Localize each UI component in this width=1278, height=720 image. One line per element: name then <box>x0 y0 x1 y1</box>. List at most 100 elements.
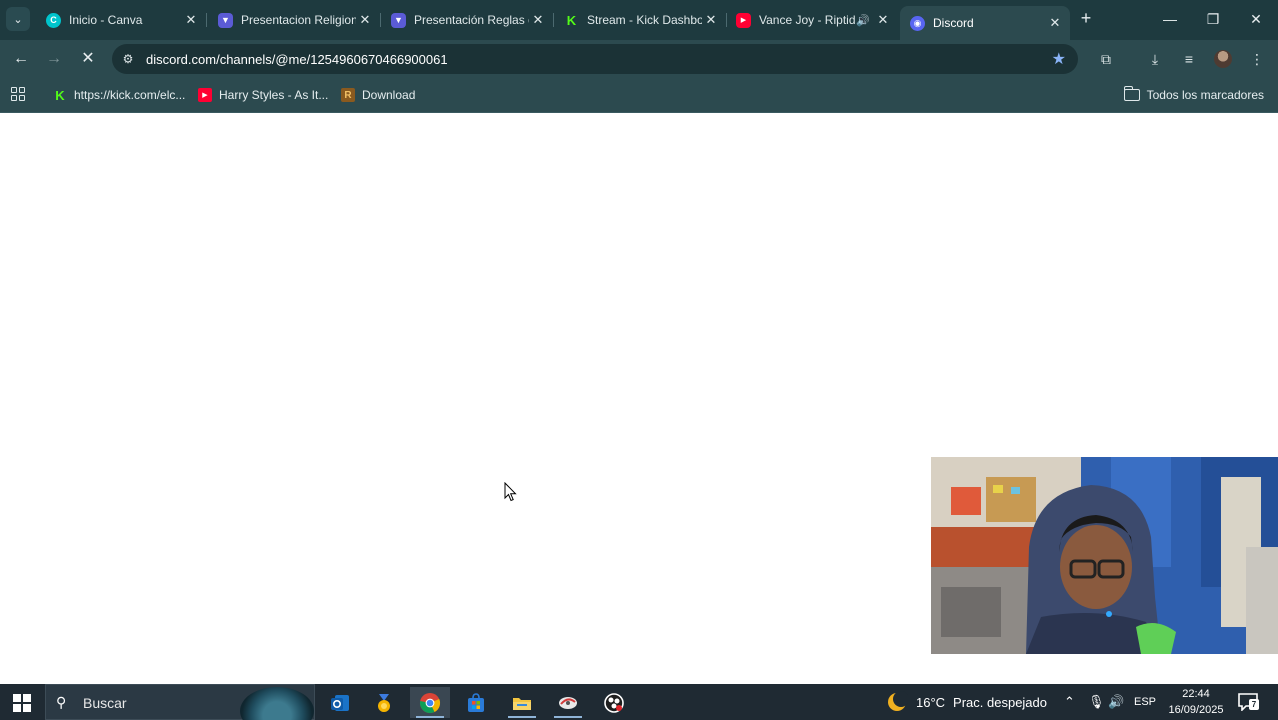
bookmark-kick[interactable]: K https://kick.com/elc... <box>53 86 185 104</box>
taskbar-obs[interactable] <box>594 687 634 718</box>
minimize-icon: — <box>1163 11 1177 27</box>
url-text[interactable]: discord.com/channels/@me/125496067046690… <box>146 52 448 67</box>
kick-icon: K <box>564 12 579 28</box>
site-settings-icon[interactable]: ⚙ <box>120 51 136 67</box>
taskbar-clock[interactable]: 22:44 16/09/2025 <box>1164 686 1228 718</box>
bookmark-label: https://kick.com/elc... <box>74 88 186 102</box>
canva-icon: C <box>46 12 61 28</box>
weather-description: Prac. despejado <box>953 694 1047 710</box>
weather-temperature: 16°C <box>916 694 946 710</box>
tab-search-button[interactable]: ⌄ <box>6 7 30 31</box>
taskbar-chrome[interactable] <box>410 687 450 718</box>
streaming-app-icon <box>559 696 577 709</box>
tab-presentacion-reglas[interactable]: ▼ Presentación Reglas d ✕ <box>381 6 554 34</box>
media-control-icon[interactable]: ≡ <box>1178 49 1200 69</box>
address-bar[interactable]: ⚙ discord.com/channels/@me/1254960670466… <box>112 44 1078 74</box>
taskbar-medal-app[interactable] <box>364 687 404 718</box>
bookmark-harry-styles[interactable]: ▶ Harry Styles - As It... <box>198 86 328 104</box>
close-window-button[interactable]: ✕ <box>1244 8 1268 30</box>
outlook-icon <box>331 694 349 711</box>
plus-icon: + <box>1080 8 1092 28</box>
menu-kebab-icon[interactable]: ⋮ <box>1246 49 1268 69</box>
back-button[interactable]: ← <box>9 48 33 70</box>
tab-title: Vance Joy - Riptid <box>759 13 856 27</box>
mouse-cursor-icon <box>504 482 517 502</box>
download-site-icon: R <box>341 88 355 102</box>
taskbar-streaming-app[interactable] <box>548 687 588 718</box>
close-icon[interactable]: ✕ <box>356 12 374 28</box>
close-icon[interactable]: ✕ <box>702 12 720 28</box>
forward-button[interactable]: → <box>42 48 66 70</box>
minimize-button[interactable]: — <box>1158 8 1182 30</box>
bookmark-download[interactable]: R Download <box>341 86 415 104</box>
extensions-icon[interactable]: ⧉ <box>1095 49 1117 69</box>
youtube-icon: ▶ <box>736 12 751 28</box>
tray-volume[interactable]: 🔊 <box>1108 684 1124 720</box>
tab-title: Presentación Reglas d <box>414 13 529 27</box>
taskbar-outlook[interactable] <box>320 687 360 718</box>
webcam-overlay <box>931 457 1278 654</box>
youtube-icon: ▶ <box>198 88 212 102</box>
taskbar-file-explorer[interactable] <box>502 687 542 718</box>
all-bookmarks-button[interactable]: Todos los marcadores <box>1123 86 1264 104</box>
tab-kick-dashboard[interactable]: K Stream - Kick Dashbo ✕ <box>554 6 727 34</box>
download-icon[interactable]: ⤓ <box>1144 49 1166 69</box>
profile-avatar[interactable] <box>1214 50 1232 68</box>
obs-icon <box>604 692 624 713</box>
tab-canva[interactable]: C Inicio - Canva ✕ <box>36 6 207 34</box>
restore-icon: ❐ <box>1206 11 1220 27</box>
close-icon[interactable]: ✕ <box>529 12 547 28</box>
clock-time: 22:44 <box>1182 688 1210 700</box>
tab-vance-joy[interactable]: ▶ Vance Joy - Riptid 🔊 ✕ <box>726 6 898 34</box>
tray-overflow-button[interactable]: ⌃ <box>1064 684 1075 720</box>
tab-title: Stream - Kick Dashbo <box>587 13 702 27</box>
folder-icon <box>513 697 531 710</box>
chevron-down-icon: ⌄ <box>13 13 23 26</box>
open-app-indicator <box>554 716 582 718</box>
chrome-icon <box>419 692 441 713</box>
store-icon <box>468 692 484 712</box>
bookmarks-bar: K https://kick.com/elc... ▶ Harry Styles… <box>0 78 1278 113</box>
search-placeholder: Buscar <box>83 695 127 711</box>
active-app-indicator <box>416 716 444 718</box>
arrow-right-icon: → <box>46 50 62 67</box>
close-icon[interactable]: ✕ <box>1046 15 1064 31</box>
speaker-icon[interactable]: 🔊 <box>856 14 870 27</box>
browser-toolbar: ← → ✕ ⚙ discord.com/channels/@me/1254960… <box>0 40 1278 78</box>
medal-icon <box>378 693 390 712</box>
close-icon[interactable]: ✕ <box>874 12 892 28</box>
windows-start-button[interactable] <box>13 694 31 712</box>
chevron-up-icon: ⌃ <box>1064 694 1075 709</box>
restore-button[interactable]: ❐ <box>1201 8 1225 30</box>
all-bookmarks-label: Todos los marcadores <box>1146 88 1264 102</box>
weather-widget[interactable]: 16°C Prac. despejado <box>886 684 1047 720</box>
tray-microphone[interactable]: 🎙 <box>1088 684 1105 720</box>
screen: ⌄ C Inicio - Canva ✕ ▼ Presentacion Reli… <box>0 0 1278 720</box>
moon-weather-icon <box>888 691 908 711</box>
notification-center-button[interactable]: 7 <box>1238 693 1259 712</box>
slides-app-icon: ▼ <box>218 12 233 28</box>
stop-loading-button[interactable]: ✕ <box>76 48 100 70</box>
bookmark-star-icon[interactable]: ★ <box>1052 49 1066 69</box>
apps-grid-icon[interactable] <box>11 87 25 101</box>
new-tab-button[interactable]: + <box>1076 8 1096 28</box>
kick-icon: K <box>55 87 65 103</box>
tab-presentacion-religion[interactable]: ▼ Presentacion Religion ✕ <box>208 6 381 34</box>
webcam-image <box>931 457 1278 654</box>
discord-icon: ◉ <box>910 15 925 31</box>
open-app-indicator <box>508 716 536 718</box>
close-icon[interactable]: ✕ <box>182 12 200 28</box>
clock-date: 16/09/2025 <box>1168 704 1224 716</box>
windows-taskbar: ⚲ Buscar 16°C Prac. despejado ⌃ 🎙 🔊 ESP … <box>0 684 1278 720</box>
arrow-left-icon: ← <box>13 50 29 67</box>
folder-icon <box>1123 86 1140 101</box>
notification-count-badge: 7 <box>1249 699 1259 710</box>
tab-title: Presentacion Religion <box>241 13 356 27</box>
tab-title: Discord <box>933 16 974 30</box>
search-icon: ⚲ <box>56 694 67 710</box>
taskbar-store[interactable] <box>456 687 496 718</box>
tab-discord[interactable]: ◉ Discord ✕ <box>900 6 1070 40</box>
microphone-icon: 🎙 <box>1088 694 1105 709</box>
tray-language[interactable]: ESP <box>1134 684 1156 720</box>
tab-separator <box>206 13 207 27</box>
